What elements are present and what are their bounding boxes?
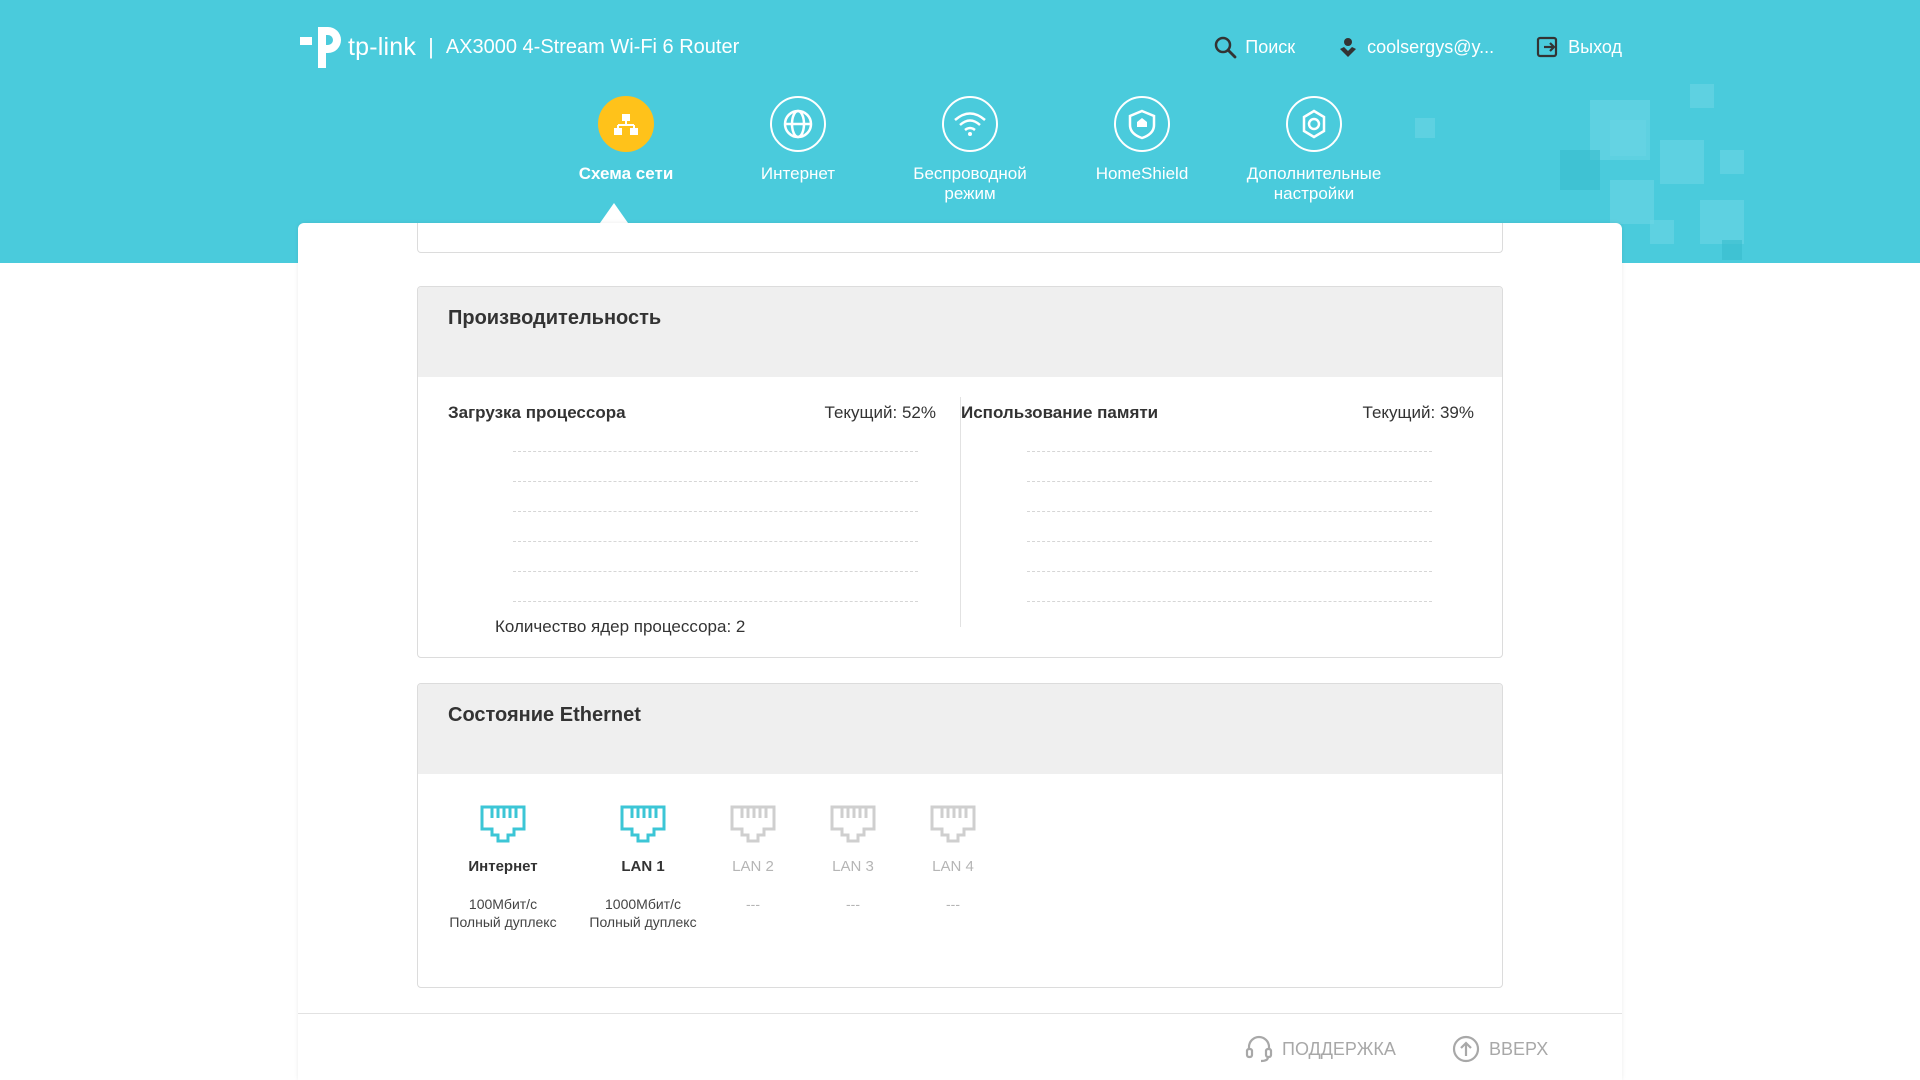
logout-icon xyxy=(1537,36,1558,58)
ethernet-port-icon xyxy=(830,805,876,843)
memory-section: Использование памяти Текущий: 39% xyxy=(961,377,1502,647)
ethernet-title: Состояние Ethernet xyxy=(418,684,1502,774)
logout-button[interactable]: Выход xyxy=(1536,35,1622,59)
support-link[interactable]: ПОДДЕРЖКА xyxy=(1244,1034,1396,1064)
memory-grid-line xyxy=(1027,601,1432,602)
port-duplex: Полный дуплекс xyxy=(449,914,557,930)
port-duplex: Полный дуплекс xyxy=(589,914,697,930)
search-button[interactable]: Поиск xyxy=(1213,35,1295,59)
port-speed: 1000Мбит/с xyxy=(605,896,681,912)
nav-active-pointer xyxy=(600,203,628,223)
account-label: coolsergys@y... xyxy=(1367,36,1495,57)
port-speed: --- xyxy=(946,896,960,912)
shield-home-icon xyxy=(1128,109,1156,140)
back-to-top-link[interactable]: ВВЕРХ xyxy=(1451,1034,1548,1064)
cpu-grid-line xyxy=(513,511,918,512)
tp-link-logo-icon xyxy=(300,27,341,68)
port-lan2: LAN 2 --- xyxy=(713,804,793,913)
port-speed: --- xyxy=(846,896,860,912)
brand: tp-link | AX3000 4-Stream Wi-Fi 6 Router xyxy=(298,22,739,72)
nav-internet[interactable]: Интернет xyxy=(712,96,884,216)
arrow-up-circle-icon xyxy=(1452,1035,1480,1063)
nav-network-map[interactable]: Схема сети xyxy=(540,96,712,216)
port-internet: Интернет 100Мбит/с Полный дуплекс xyxy=(433,804,573,931)
cpu-title: Загрузка процессора xyxy=(448,403,626,422)
memory-grid-line xyxy=(1027,451,1432,452)
footer: ПОДДЕРЖКА ВВЕРХ xyxy=(298,1013,1622,1080)
nav-advanced[interactable]: Дополнительные настройки xyxy=(1228,96,1400,216)
headset-icon xyxy=(1245,1035,1273,1063)
cpu-grid-line xyxy=(513,571,918,572)
cpu-grid-line xyxy=(513,451,918,452)
port-lan1: LAN 1 1000Мбит/с Полный дуплекс xyxy=(573,804,713,931)
port-name: LAN 3 xyxy=(832,858,874,875)
brand-separator: | xyxy=(428,34,434,59)
memory-grid-line xyxy=(1027,541,1432,542)
port-speed: 100Мбит/с xyxy=(468,896,538,912)
wifi-icon xyxy=(954,112,986,136)
ethernet-port-icon xyxy=(620,805,666,843)
globe-icon xyxy=(783,109,813,139)
memory-title: Использование памяти xyxy=(961,403,1159,422)
ethernet-panel: Состояние Ethernet Интернет 100Мбит/с По… xyxy=(417,683,1503,988)
search-label: Поиск xyxy=(1245,36,1296,57)
logout-label: Выход xyxy=(1568,36,1622,57)
support-label: ПОДДЕРЖКА xyxy=(1282,1038,1396,1059)
port-lan3: LAN 3 --- xyxy=(813,804,893,913)
account-icon xyxy=(1340,38,1357,57)
nav-label: HomeShield xyxy=(1095,164,1189,183)
cpu-grid-line xyxy=(513,481,918,482)
ethernet-port-icon xyxy=(480,805,526,843)
memory-grid-line xyxy=(1027,571,1432,572)
cpu-section: Загрузка процессора Текущий: 52% Количес… xyxy=(418,377,960,647)
router-model: AX3000 4-Stream Wi-Fi 6 Router xyxy=(445,35,740,58)
nav-label: Схема сети xyxy=(578,164,674,183)
network-map-icon xyxy=(614,114,638,135)
ethernet-port-icon xyxy=(930,805,976,843)
nav-label: Интернет xyxy=(760,164,836,183)
ethernet-port-icon xyxy=(730,805,776,843)
gear-icon xyxy=(1302,109,1326,139)
performance-title: Производительность xyxy=(418,287,1502,377)
nav-homeshield[interactable]: HomeShield xyxy=(1056,96,1228,216)
search-icon xyxy=(1215,36,1237,59)
port-name: LAN 4 xyxy=(932,858,974,875)
content-card: Производительность Загрузка процессора Т… xyxy=(298,223,1622,1080)
cpu-grid-line xyxy=(513,541,918,542)
port-speed: --- xyxy=(746,896,760,912)
memory-grid-line xyxy=(1027,481,1432,482)
logo-text: tp-link xyxy=(348,32,417,61)
performance-panel: Производительность Загрузка процессора Т… xyxy=(417,286,1503,658)
cpu-cores: Количество ядер процессора: 2 xyxy=(495,617,746,636)
previous-panel-bottom xyxy=(417,223,1503,253)
port-name: LAN 2 xyxy=(732,858,774,875)
port-lan4: LAN 4 --- xyxy=(913,804,993,913)
top-label: ВВЕРХ xyxy=(1489,1038,1549,1059)
port-name: Интернет xyxy=(468,858,538,875)
port-name: LAN 1 xyxy=(621,858,665,875)
account-button[interactable]: coolsergys@y... xyxy=(1337,35,1494,59)
cpu-current: Текущий: 52% xyxy=(824,403,936,422)
nav-label: Дополнительные настройки xyxy=(1246,164,1382,203)
cpu-grid-line xyxy=(513,601,918,602)
nav-wireless[interactable]: Беспроводной режим xyxy=(884,96,1056,216)
nav-label: Беспроводной режим xyxy=(913,164,1027,203)
memory-grid-line xyxy=(1027,511,1432,512)
memory-current: Текущий: 39% xyxy=(1362,403,1474,422)
main-nav: Схема сети Интернет Беспроводной режим H… xyxy=(540,96,1400,216)
